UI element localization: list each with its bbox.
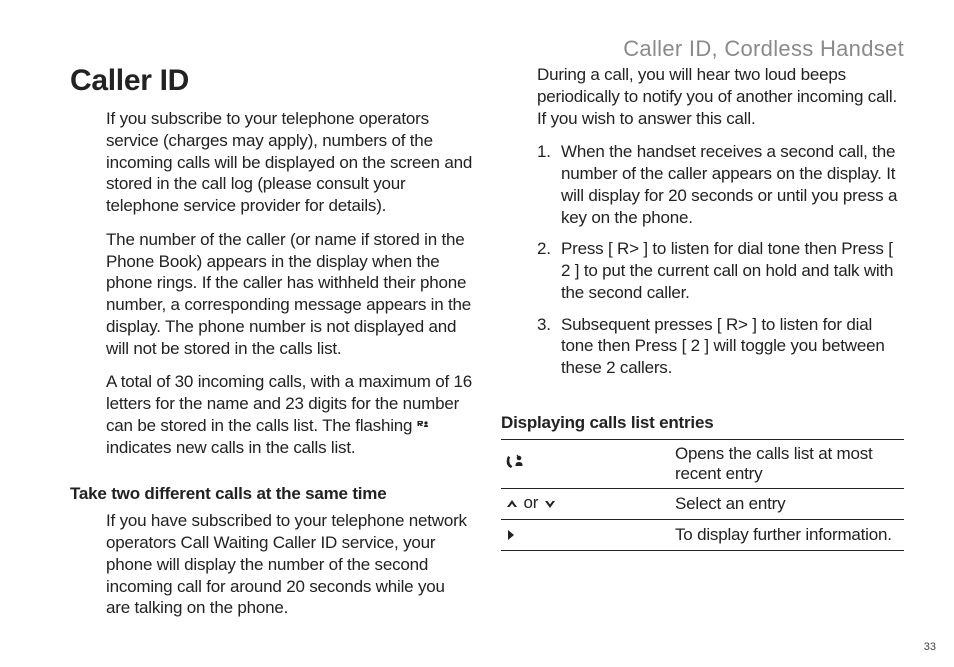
calls-list-icon: [505, 454, 527, 475]
step-3: Subsequent presses [ R> ] to listen for …: [537, 314, 904, 379]
key-cell-right: [501, 519, 671, 550]
desc-cell-opens-list: Opens the calls list at most recent entr…: [671, 439, 904, 488]
caller-id-capacity-text-b: indicates new calls in the calls list.: [106, 438, 355, 457]
step-2: Press [ R> ] to listen for dial tone the…: [537, 238, 904, 303]
call-waiting-paragraph: If you have subscribed to your telephone…: [70, 510, 473, 619]
desc-cell-further-info: To display further information.: [671, 519, 904, 550]
left-column: Caller ID If you subscribe to your telep…: [70, 64, 473, 631]
up-down-separator: or: [519, 493, 543, 512]
new-calls-icon: [417, 416, 429, 428]
right-arrow-icon: [505, 526, 517, 546]
up-arrow-icon: [505, 495, 519, 515]
caller-id-capacity-paragraph: A total of 30 incoming calls, with a max…: [70, 371, 473, 458]
calls-list-key-table: Opens the calls list at most recent entr…: [501, 439, 904, 551]
caller-id-display-paragraph: The number of the caller (or name if sto…: [70, 229, 473, 360]
down-arrow-icon: [543, 495, 557, 515]
section-heading-caller-id: Caller ID: [70, 64, 473, 98]
right-column: During a call, you will hear two loud be…: [501, 64, 904, 631]
table-row: Opens the calls list at most recent entr…: [501, 439, 904, 488]
subheading-displaying-calls-list: Displaying calls list entries: [501, 413, 904, 433]
call-waiting-steps: When the handset receives a second call,…: [501, 141, 904, 389]
caller-id-intro-paragraph: If you subscribe to your telephone opera…: [70, 108, 473, 217]
key-cell-up-down: or: [501, 488, 671, 519]
table-row: To display further information.: [501, 519, 904, 550]
page-number: 33: [924, 641, 936, 653]
desc-cell-select-entry: Select an entry: [671, 488, 904, 519]
step-1: When the handset receives a second call,…: [537, 141, 904, 228]
table-row: or Select an entry: [501, 488, 904, 519]
call-waiting-beeps-paragraph: During a call, you will hear two loud be…: [501, 64, 904, 129]
subheading-take-two-calls: Take two different calls at the same tim…: [70, 484, 473, 504]
key-cell-calls-list: [501, 439, 671, 488]
running-header: Caller ID, Cordless Handset: [623, 36, 904, 62]
